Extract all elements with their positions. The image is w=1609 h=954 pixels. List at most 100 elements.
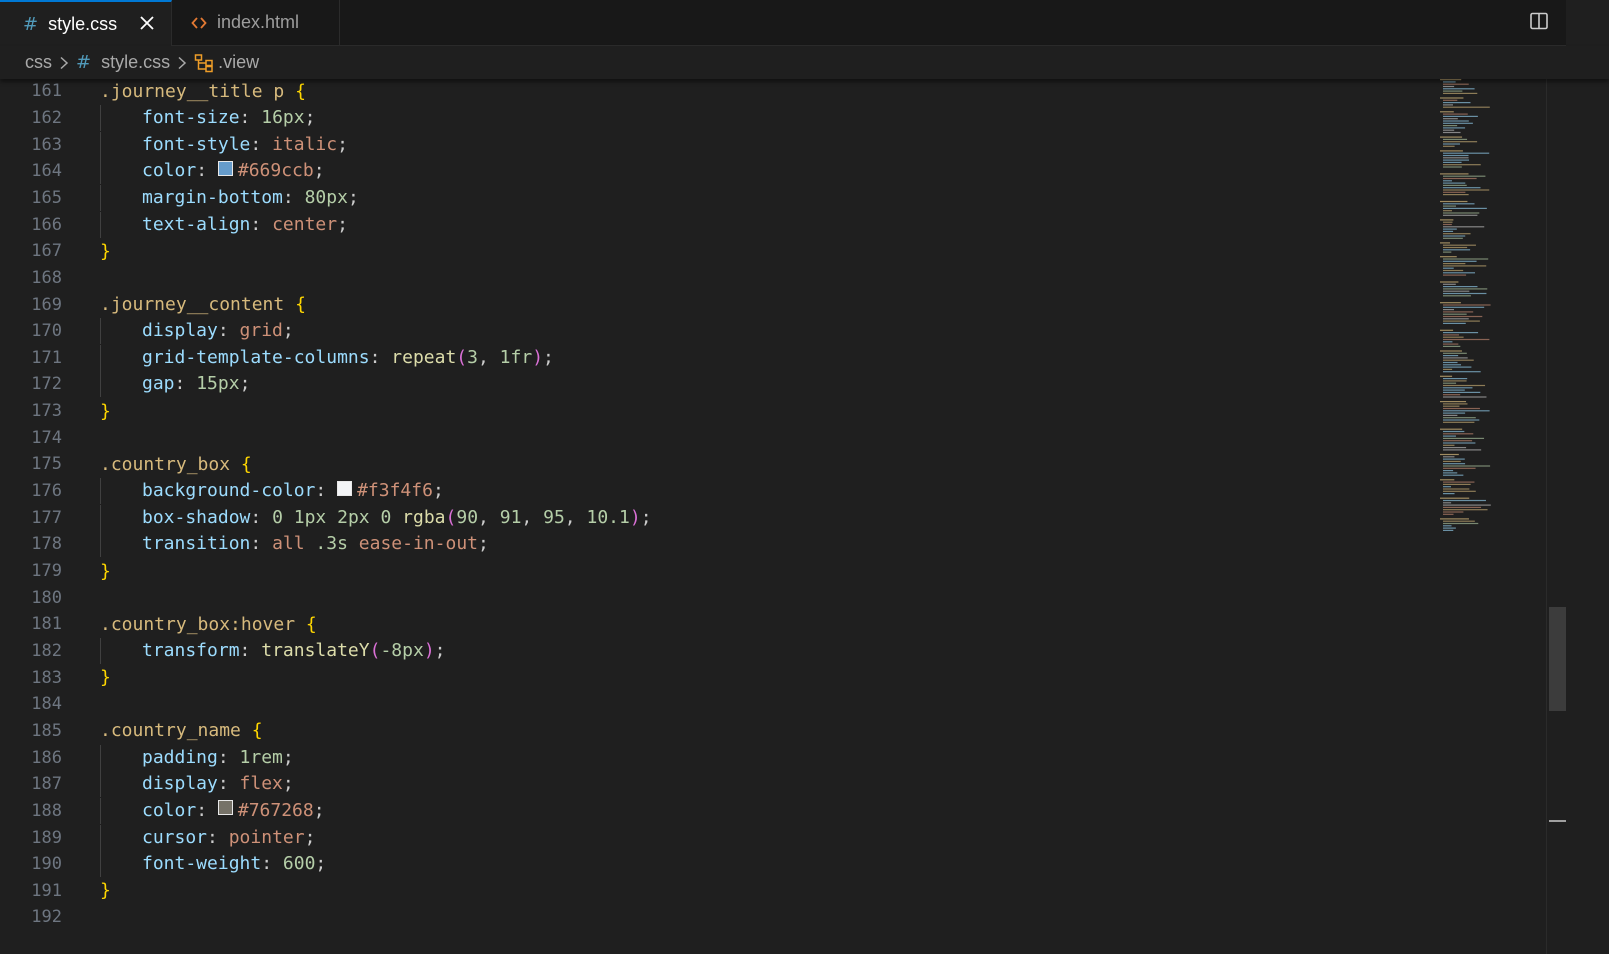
code-token: all bbox=[272, 533, 305, 555]
breadcrumb-file[interactable]: # style.css bbox=[76, 52, 170, 73]
minimap-line bbox=[1440, 518, 1469, 520]
code-token: : bbox=[315, 480, 338, 502]
line-content: .journey__title p { bbox=[100, 81, 306, 102]
code-line[interactable]: 186 padding: 1rem; bbox=[0, 744, 1420, 771]
minimap-line bbox=[1443, 175, 1486, 177]
line-number: 174 bbox=[31, 427, 62, 448]
line-content: transform: translateY(-8px); bbox=[100, 637, 446, 664]
minimap-line bbox=[1443, 205, 1457, 207]
css-file-icon: # bbox=[76, 52, 92, 73]
tab-style-css[interactable]: # style.css bbox=[0, 0, 172, 46]
code-line[interactable]: 188 color: #767268; bbox=[0, 797, 1420, 825]
code-line[interactable]: 162 font-size: 16px; bbox=[0, 104, 1420, 132]
code-line[interactable]: 166 text-align: center; bbox=[0, 211, 1420, 238]
code-line[interactable]: 178 transition: all .3s ease-in-out; bbox=[0, 531, 1420, 558]
code-token: ; bbox=[282, 320, 294, 342]
code-line[interactable]: 164 color: #669ccb; bbox=[0, 158, 1420, 185]
code-token: : bbox=[250, 213, 273, 235]
code-line[interactable]: 183} bbox=[0, 664, 1420, 691]
line-number: 178 bbox=[31, 534, 62, 555]
code-line[interactable]: 171 grid-template-columns: repeat(3, 1fr)… bbox=[0, 344, 1420, 372]
line-number: 175 bbox=[31, 454, 62, 475]
minimap-line bbox=[1443, 486, 1452, 488]
right-margin bbox=[1566, 0, 1609, 954]
code-token: #767268 bbox=[237, 799, 314, 821]
minimap-line bbox=[1443, 320, 1480, 322]
scrollbar-cursor-marker bbox=[1549, 820, 1567, 822]
code-line[interactable]: 167} bbox=[0, 238, 1420, 265]
code-token: .country_box:hover bbox=[100, 613, 306, 635]
code-token: , bbox=[521, 506, 544, 528]
minimap-line bbox=[1443, 164, 1481, 166]
code-line[interactable]: 187 display: flex; bbox=[0, 771, 1420, 798]
code-line[interactable]: 184 bbox=[0, 691, 1420, 718]
minimap-line bbox=[1443, 228, 1457, 230]
code-line[interactable]: 168 bbox=[0, 265, 1420, 292]
minimap-line bbox=[1443, 251, 1452, 253]
minimap-line bbox=[1443, 180, 1452, 182]
code-line[interactable]: 182 transform: translateY(-8px); bbox=[0, 637, 1420, 665]
code-line[interactable]: 181 .country_box:hover { bbox=[0, 611, 1420, 638]
code-line[interactable]: 161 .journey__title p { bbox=[0, 79, 1420, 105]
minimap-line bbox=[1443, 490, 1476, 492]
color-swatch[interactable] bbox=[217, 800, 233, 816]
split-editor-icon[interactable] bbox=[1529, 11, 1549, 35]
minimap[interactable] bbox=[1436, 79, 1536, 954]
code-token: ; bbox=[304, 826, 316, 848]
minimap-line bbox=[1443, 233, 1471, 235]
minimap-line bbox=[1440, 350, 1462, 352]
code-line[interactable]: 191} bbox=[0, 878, 1420, 905]
code-token: ; bbox=[313, 160, 325, 182]
code-line[interactable]: 180 bbox=[0, 584, 1420, 611]
breadcrumb-folder[interactable]: css bbox=[25, 52, 52, 73]
minimap-line bbox=[1440, 200, 1468, 203]
color-swatch[interactable] bbox=[217, 160, 233, 176]
minimap-line bbox=[1443, 387, 1473, 389]
code-line[interactable]: 170 display: grid; bbox=[0, 318, 1420, 345]
minimap-line bbox=[1443, 463, 1466, 465]
tab-index-html[interactable]: index.html bbox=[172, 0, 340, 45]
code-line[interactable]: 177 box-shadow: 0 1px 2px 0 rgba(90, 91, … bbox=[0, 504, 1420, 531]
vertical-scrollbar[interactable] bbox=[1546, 79, 1567, 954]
close-icon[interactable] bbox=[137, 13, 157, 33]
code-token: 80px bbox=[304, 186, 348, 208]
minimap-line bbox=[1443, 407, 1480, 410]
code-line[interactable]: 165 margin-bottom: 80px; bbox=[0, 184, 1420, 212]
code-line[interactable]: 192 bbox=[0, 904, 1420, 931]
code-line[interactable]: 176 background-color: #f3f4f6; bbox=[0, 478, 1420, 505]
code-token: flex bbox=[239, 773, 283, 795]
code-line[interactable]: 172 gap: 15px; bbox=[0, 371, 1420, 398]
minimap-line bbox=[1443, 315, 1483, 318]
code-line[interactable]: 190 font-weight: 600; bbox=[0, 851, 1420, 878]
minimap-line bbox=[1443, 313, 1467, 315]
code-line[interactable]: 185 .country_name { bbox=[0, 718, 1420, 745]
color-swatch[interactable] bbox=[337, 480, 353, 496]
line-content: font-size: 16px; bbox=[100, 104, 315, 131]
code-line[interactable]: 173} bbox=[0, 398, 1420, 425]
code-token: ( bbox=[369, 639, 381, 661]
line-number: 173 bbox=[31, 401, 62, 422]
minimap-line bbox=[1443, 125, 1458, 127]
code-editor[interactable]: 161 .journey__title p {162 font-size: 16px… bbox=[0, 79, 1609, 954]
code-line[interactable]: 174 bbox=[0, 424, 1420, 451]
minimap-line bbox=[1443, 529, 1454, 531]
minimap-line bbox=[1443, 465, 1491, 467]
code-line[interactable]: 175 .country_box { bbox=[0, 451, 1420, 478]
breadcrumb-symbol[interactable]: .view bbox=[194, 52, 259, 73]
code-line[interactable]: 179} bbox=[0, 558, 1420, 585]
minimap-line bbox=[1443, 214, 1478, 216]
minimap-line bbox=[1443, 122, 1473, 124]
code-line[interactable]: 163 font-style: italic; bbox=[0, 131, 1420, 158]
minimap-line bbox=[1443, 447, 1467, 449]
code-token: .journey__title p bbox=[100, 80, 296, 102]
minimap-line bbox=[1443, 129, 1455, 131]
scrollbar-thumb[interactable] bbox=[1549, 607, 1567, 711]
minimap-line bbox=[1443, 527, 1456, 529]
code-token: : bbox=[196, 799, 218, 821]
minimap-line bbox=[1443, 440, 1473, 442]
code-token: center bbox=[272, 213, 338, 235]
code-line[interactable]: 169 .journey__content { bbox=[0, 291, 1420, 318]
code-line[interactable]: 189 cursor: pointer; bbox=[0, 824, 1420, 851]
code-token: ; bbox=[640, 506, 652, 528]
